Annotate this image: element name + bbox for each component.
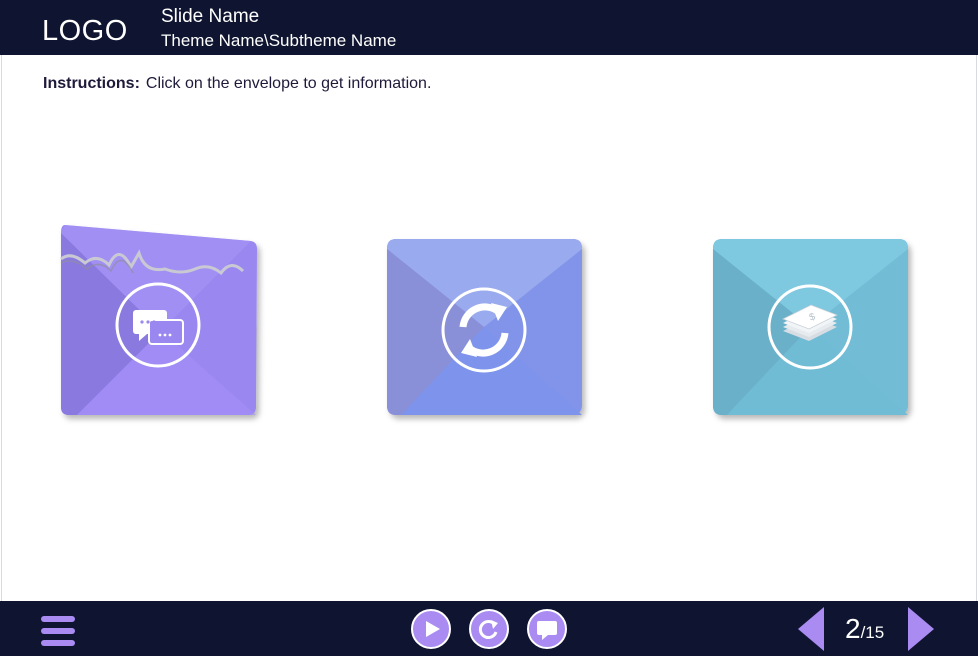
envelope-chat[interactable] xyxy=(60,223,257,415)
play-icon xyxy=(426,621,440,637)
triangle-left-icon xyxy=(798,607,824,651)
footer-bar: 2/15 xyxy=(0,601,978,656)
replay-icon xyxy=(478,620,498,639)
comment-button[interactable] xyxy=(527,609,567,649)
envelope-money[interactable]: $ xyxy=(713,239,908,415)
page-counter: 2/15 xyxy=(845,613,884,645)
replay-button[interactable] xyxy=(469,609,509,649)
slide-content: Instructions: Click on the envelope to ge… xyxy=(1,55,977,601)
page-current: 2 xyxy=(845,613,861,644)
next-page-button[interactable] xyxy=(906,607,934,651)
instructions-label: Instructions: xyxy=(43,75,140,92)
envelope-chat-graphic xyxy=(60,225,257,415)
triangle-right-icon xyxy=(908,607,934,651)
instructions-text: Click on the envelope to get information… xyxy=(145,75,432,92)
previous-page-button[interactable] xyxy=(798,607,826,651)
hamburger-menu-icon[interactable] xyxy=(41,616,75,646)
envelope-refresh-graphic xyxy=(387,239,582,415)
comment-icon xyxy=(537,621,557,640)
header-bar: LOGO Slide Name Theme Name\Subtheme Name xyxy=(0,0,978,55)
theme-breadcrumb: Theme Name\Subtheme Name xyxy=(161,31,397,50)
envelope-refresh[interactable] xyxy=(387,239,582,415)
play-button[interactable] xyxy=(411,609,451,649)
slide-title: Slide Name xyxy=(161,6,260,27)
envelope-money-graphic: $ xyxy=(713,239,908,415)
instructions: Instructions: Click on the envelope to ge… xyxy=(43,75,431,93)
page-total: /15 xyxy=(860,623,885,642)
logo: LOGO xyxy=(42,15,128,47)
